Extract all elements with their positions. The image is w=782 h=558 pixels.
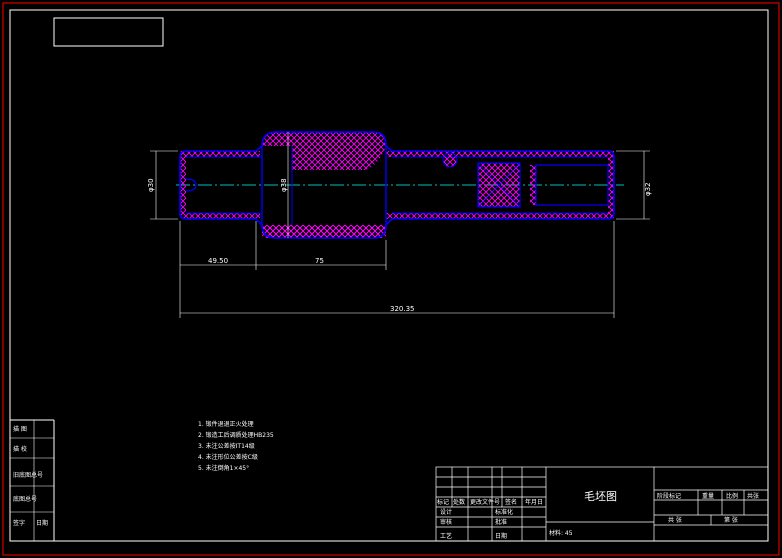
tb-sheets-label: 共张	[747, 492, 759, 500]
tb-scale-label: 比例	[726, 492, 738, 500]
strip-label-3: 旧底图总号	[13, 471, 43, 479]
dim-dia-mid: φ38	[280, 178, 288, 192]
inner-frame	[9, 9, 769, 542]
dim-length-total: 320.35	[390, 305, 415, 313]
tb-row-label-6: 年月日	[525, 498, 543, 506]
dimensions	[150, 132, 650, 318]
drawing-number-box	[53, 17, 164, 47]
note-1: 1. 锻件退退正火处理	[198, 420, 254, 428]
tb-weight-label: 重量	[702, 492, 714, 500]
dim-dia-right: φ32	[644, 182, 652, 196]
dim-length-b: 75	[315, 257, 324, 265]
tb-approve: 批准	[495, 518, 507, 526]
note-2: 2. 锻造工后调质处理HB235	[198, 431, 274, 439]
technical-notes: 1. 锻件退退正火处理 2. 锻造工后调质处理HB235 3. 未注公差按IT1…	[198, 420, 274, 472]
dim-length-a: 49.50	[208, 257, 228, 265]
tb-row-label-5: 签名	[505, 498, 517, 506]
dim-dia-left: φ30	[147, 178, 155, 192]
tb-row-label-1: 标记	[437, 498, 449, 506]
outer-frame	[2, 2, 780, 556]
left-binding-strip: 描 图 描 校 旧底图总号 底图总号 签字 日期	[10, 419, 55, 541]
strip-label-6: 日期	[36, 519, 48, 527]
strip-label-4: 底图总号	[13, 495, 37, 503]
tb-sheet-total: 共 张	[668, 516, 682, 524]
tb-review: 审核	[440, 518, 452, 526]
strip-label-5: 签字	[13, 519, 25, 527]
drawing-title: 毛坯图	[584, 490, 617, 503]
tb-design: 设计	[440, 508, 452, 516]
note-4: 4. 未注形位公差按C级	[198, 453, 258, 461]
engineering-drawing: 描 图 描 校 旧底图总号 底图总号 签字 日期 φ30 φ38 φ32 49.…	[2, 2, 780, 556]
tb-row-label-4: 更改文件号	[470, 498, 500, 506]
tb-process: 工艺	[440, 532, 452, 540]
note-5: 5. 未注倒角1×45°	[198, 464, 249, 472]
material-label: 材料: 45	[549, 529, 573, 537]
note-3: 3. 未注公差按IT14级	[198, 442, 255, 450]
tb-sheet-no: 第 张	[724, 516, 738, 524]
strip-label-1: 描 图	[13, 425, 27, 433]
tb-row-label-2: 处数	[453, 498, 465, 506]
tb-date: 日期	[495, 532, 507, 540]
tb-stage-label: 阶段标记	[657, 492, 681, 500]
strip-label-2: 描 校	[13, 445, 27, 453]
tb-standardize: 标准化	[495, 508, 513, 516]
